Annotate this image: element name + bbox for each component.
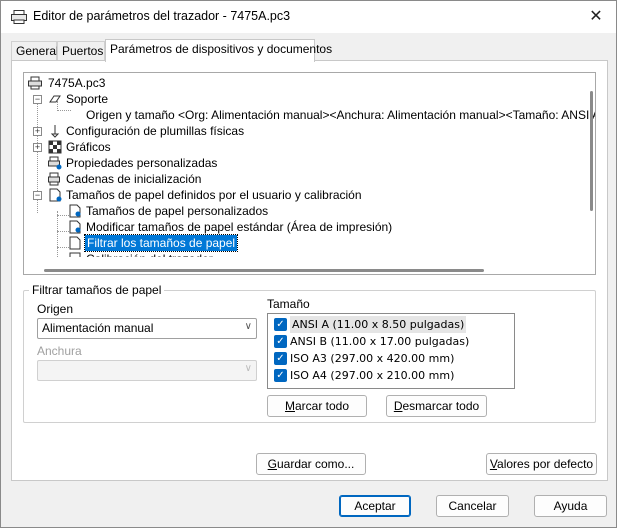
tree-item-label: Modificar tamaños de papel estándar (Áre…	[86, 220, 393, 234]
tree-item-label: Gráficos	[66, 140, 111, 154]
origen-select[interactable]: Alimentación manual ∨	[37, 318, 257, 339]
paper-size-label: ANSI A (11.00 x 8.50 pulgadas)	[290, 316, 467, 333]
chevron-down-icon: ∨	[244, 363, 252, 374]
title-bar: Editor de parámetros del trazador - 7475…	[1, 1, 616, 33]
btn-post: uardar como...	[276, 457, 355, 471]
settings-tree[interactable]: 7475A.pc3 − Soporte Origen y tamaño <Org…	[23, 72, 596, 275]
tree-item-graphics[interactable]: Gráficos	[48, 139, 588, 155]
anchura-select: ∨	[37, 360, 257, 381]
close-button[interactable]: ✕	[586, 7, 606, 27]
tree-item-label: 7475A.pc3	[48, 76, 106, 90]
collapse-toggle[interactable]: −	[33, 191, 42, 200]
plotter-app-icon	[11, 10, 27, 24]
accelerator-key: M	[284, 399, 295, 413]
tree-item-modify-standard-sizes[interactable]: Modificar tamaños de papel estándar (Áre…	[68, 219, 588, 235]
plotter-icon	[28, 76, 42, 90]
tab-page: 7475A.pc3 − Soporte Origen y tamaño <Org…	[11, 60, 608, 481]
tree-item-label: Configuración de plumillas físicas	[66, 124, 245, 138]
document-user-icon	[69, 220, 81, 234]
tree-item-label: Tamaños de papel personalizados	[86, 204, 269, 218]
tab-puertos[interactable]: Puertos	[57, 41, 105, 61]
paper-size-item[interactable]: ✓ ISO A3 (297.00 x 420.00 mm)	[271, 350, 511, 367]
expand-toggle[interactable]: +	[33, 143, 42, 152]
tree-item-filter-paper-sizes[interactable]: Filtrar los tamaños de papel	[68, 234, 588, 252]
tree-item-pens[interactable]: Configuración de plumillas físicas	[48, 123, 588, 139]
accelerator-key: V	[489, 457, 498, 471]
tab-device-document-settings[interactable]: Parámetros de dispositivos y documentos	[105, 39, 332, 62]
horizontal-scrollbar[interactable]	[44, 269, 484, 272]
tree-item-origin-size[interactable]: Origen y tamaño <Org: Alimentación manua…	[72, 107, 595, 123]
paper-size-item[interactable]: ✓ ISO A4 (297.00 x 210.00 mm)	[271, 367, 511, 384]
group-label: Filtrar tamaños de papel	[29, 283, 165, 297]
origen-select-value: Alimentación manual	[42, 321, 154, 335]
checkbox-checked-icon[interactable]: ✓	[274, 369, 287, 382]
pen-icon	[50, 125, 60, 138]
accelerator-key: G	[267, 457, 277, 471]
chevron-down-icon: ∨	[244, 321, 252, 332]
checkbox-checked-icon[interactable]: ✓	[274, 335, 287, 348]
tree-item-label: Filtrar los tamaños de papel	[83, 234, 239, 252]
expand-toggle[interactable]: +	[33, 127, 42, 136]
save-as-button[interactable]: Guardar como...	[256, 453, 366, 475]
paper-size-item[interactable]: ✓ ANSI A (11.00 x 8.50 pulgadas)	[271, 316, 511, 333]
vertical-scrollbar[interactable]	[590, 91, 593, 211]
checkbox-checked-icon[interactable]: ✓	[274, 318, 287, 331]
ok-button[interactable]: Aceptar	[339, 495, 411, 517]
tree-item-label: Tamaños de papel definidos por el usuari…	[66, 188, 362, 202]
help-button[interactable]: Ayuda	[534, 495, 607, 517]
paper-size-item[interactable]: ✓ ANSI B (11.00 x 17.00 pulgadas)	[271, 333, 511, 350]
custom-properties-icon	[48, 156, 62, 170]
btn-post: alores por defecto	[497, 457, 594, 471]
tree-item-label: Origen y tamaño <Org: Alimentación manua…	[86, 108, 596, 122]
tree-item-label: Soporte	[66, 92, 109, 106]
tree-item-custom-paper-sizes[interactable]: Tamaños de papel personalizados	[68, 203, 588, 219]
tree-item-label: Cadenas de inicialización	[66, 172, 202, 186]
document-user-icon	[69, 204, 81, 218]
tree-item-root[interactable]: 7475A.pc3	[28, 75, 588, 91]
tree-item-init-strings[interactable]: Cadenas de inicialización	[48, 171, 588, 187]
media-icon	[49, 95, 61, 103]
paper-size-label: ISO A3 (297.00 x 420.00 mm)	[290, 352, 455, 365]
btn-post: arcar todo	[294, 399, 350, 413]
check-all-button[interactable]: Marcar todo	[267, 395, 367, 417]
tree-connector	[57, 110, 71, 111]
user-paper-icon	[49, 188, 62, 202]
collapse-toggle[interactable]: −	[33, 95, 42, 104]
graphics-icon	[48, 140, 62, 154]
paper-size-checklist: ✓ ANSI A (11.00 x 8.50 pulgadas) ✓ ANSI …	[267, 313, 515, 389]
tree-item-custom-properties[interactable]: Propiedades personalizadas	[48, 155, 588, 171]
origen-label: Origen	[37, 302, 74, 316]
tree-item-label: Propiedades personalizadas	[66, 156, 218, 170]
filter-paper-sizes-group: Filtrar tamaños de papel Origen Alimenta…	[23, 283, 596, 423]
uncheck-all-button[interactable]: Desmarcar todo	[386, 395, 487, 417]
btn-post: esmarcar todo	[402, 399, 480, 413]
tamano-label: Tamaño	[267, 297, 310, 311]
paper-size-label: ANSI B (11.00 x 17.00 pulgadas)	[290, 335, 470, 348]
defaults-button[interactable]: Valores por defecto	[486, 453, 597, 475]
init-strings-icon	[48, 172, 60, 186]
window-title: Editor de parámetros del trazador - 7475…	[33, 9, 291, 23]
tab-general[interactable]: General	[11, 41, 59, 61]
cancel-button[interactable]: Cancelar	[436, 495, 509, 517]
plotter-editor-dialog: Editor de parámetros del trazador - 7475…	[0, 0, 617, 528]
tree-connector	[57, 211, 58, 261]
document-icon	[69, 236, 81, 250]
tree-item-soporte[interactable]: Soporte	[48, 91, 588, 107]
tree-item-user-paper-sizes[interactable]: Tamaños de papel definidos por el usuari…	[48, 187, 588, 203]
paper-size-label: ISO A4 (297.00 x 210.00 mm)	[290, 369, 455, 382]
anchura-label: Anchura	[37, 344, 82, 358]
checkbox-checked-icon[interactable]: ✓	[274, 352, 287, 365]
